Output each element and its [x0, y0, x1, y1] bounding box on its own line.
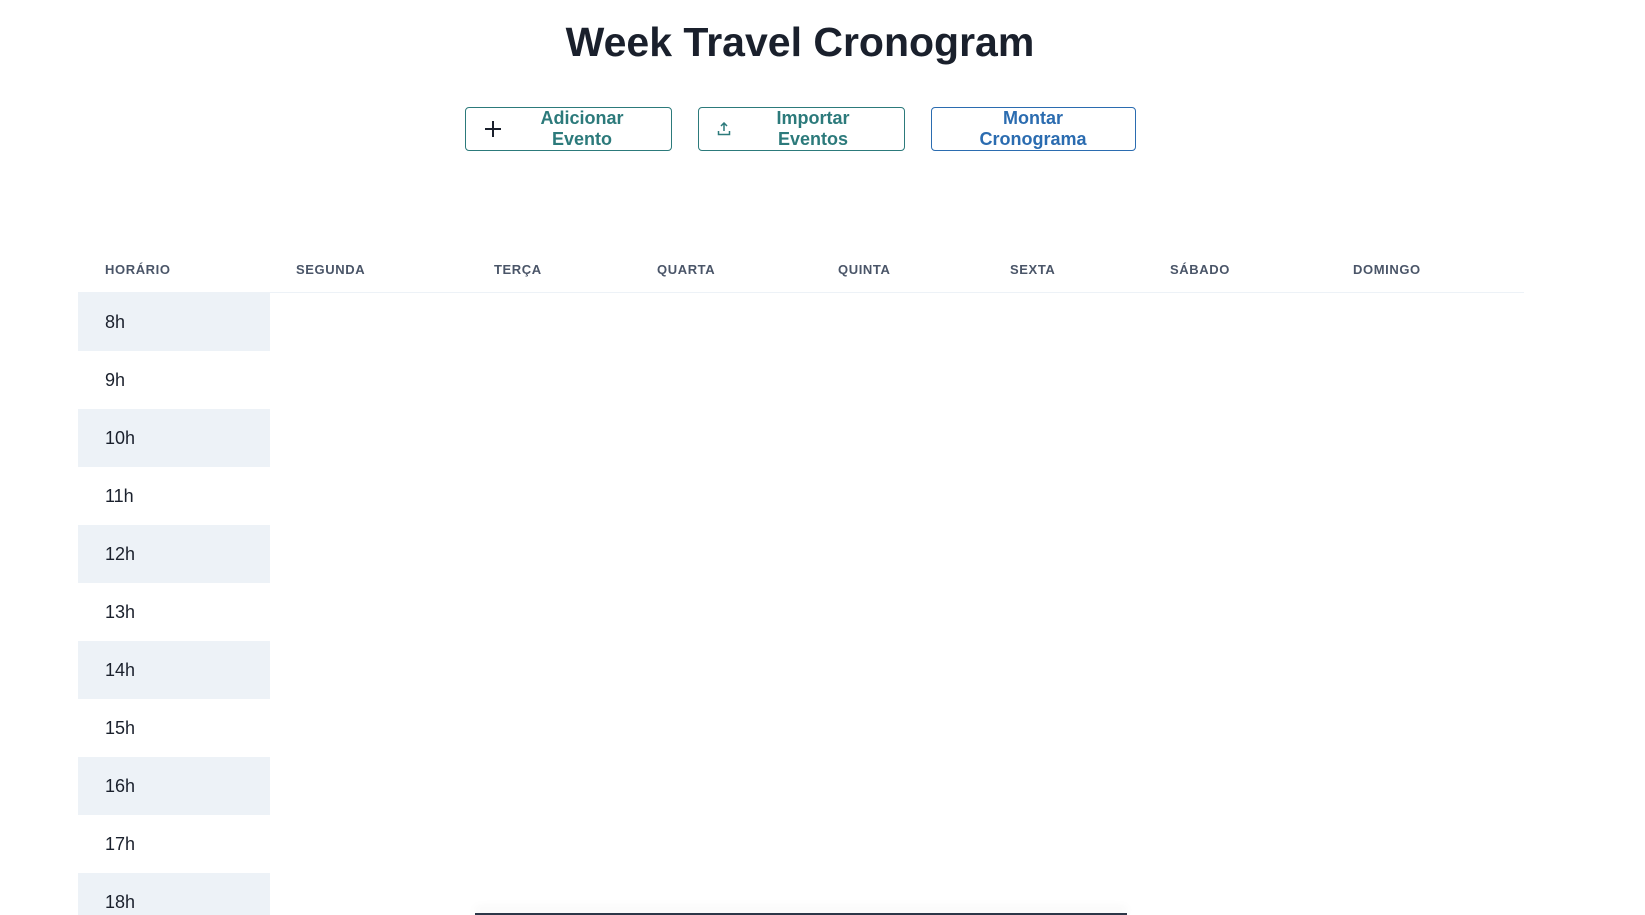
hour-cell: 15h	[105, 717, 136, 738]
hour-cell: 13h	[105, 601, 136, 622]
table-row: 17h	[78, 815, 1524, 873]
table-row: 15h	[78, 699, 1524, 757]
column-header-quarta: QUARTA	[657, 262, 716, 277]
column-header-domingo: DOMINGO	[1353, 262, 1421, 277]
plus-icon	[484, 120, 502, 138]
table-body: 8h 9h 10h 11h 12h 13h 14h 15h 16h 17h 18…	[78, 293, 1524, 915]
column-header-segunda: SEGUNDA	[296, 262, 366, 277]
import-events-label: Importar Eventos	[776, 108, 850, 149]
hour-cell: 17h	[105, 833, 136, 854]
build-schedule-label: Montar Cronograma	[979, 108, 1087, 149]
column-header-sabado: SÁBADO	[1170, 262, 1230, 277]
table-row: 12h	[78, 525, 1524, 583]
table-row: 16h	[78, 757, 1524, 815]
add-event-button[interactable]: Adicionar Evento	[464, 107, 672, 151]
column-header-sexta: SEXTA	[1010, 262, 1056, 277]
upload-icon	[717, 122, 731, 136]
table-row: 8h	[78, 293, 1524, 351]
hour-cell: 14h	[78, 641, 270, 699]
table-row: 18h	[78, 873, 1524, 915]
page-title: Week Travel Cronogram	[565, 19, 1035, 65]
column-header-terca: TERÇA	[494, 262, 542, 277]
table-row: 10h	[78, 409, 1524, 467]
table-header: HORÁRIO SEGUNDA TERÇA QUARTA QUINTA SEXT…	[78, 252, 1524, 293]
hour-cell: 12h	[78, 525, 270, 583]
hour-cell: 10h	[78, 409, 270, 467]
column-header-horario: HORÁRIO	[105, 262, 171, 277]
import-events-button[interactable]: Importar Eventos	[697, 107, 905, 151]
table-row: 13h	[78, 583, 1524, 641]
hour-cell: 11h	[105, 485, 134, 506]
column-header-quinta: QUINTA	[838, 262, 891, 277]
hour-cell: 8h	[78, 293, 270, 351]
action-bar: Adicionar Evento Importar Eventos Montar…	[0, 107, 1600, 151]
build-schedule-button[interactable]: Montar Cronograma	[930, 107, 1136, 151]
schedule-table: HORÁRIO SEGUNDA TERÇA QUARTA QUINTA SEXT…	[78, 252, 1524, 915]
table-row: 11h	[78, 467, 1524, 525]
hour-cell: 16h	[78, 757, 270, 815]
page: Week Travel Cronogram Adicionar Evento I…	[0, 0, 1645, 915]
hour-cell: 9h	[105, 369, 126, 390]
table-row: 9h	[78, 351, 1524, 409]
hour-cell: 18h	[78, 873, 270, 915]
add-event-label: Adicionar Evento	[540, 108, 624, 149]
table-row: 14h	[78, 641, 1524, 699]
